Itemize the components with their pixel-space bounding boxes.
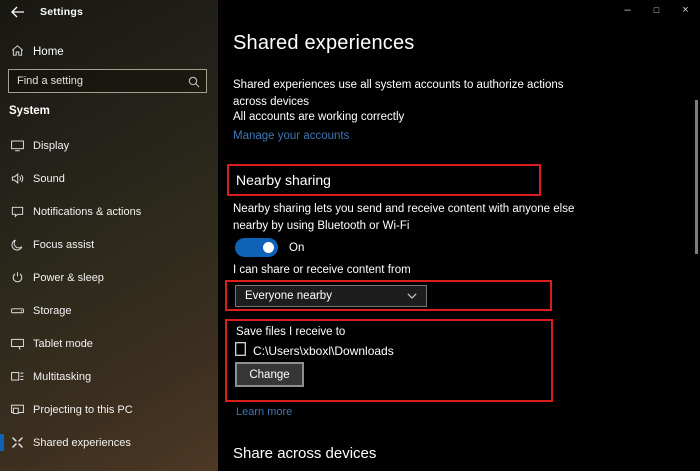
- save-files-label: Save files I receive to: [236, 326, 345, 338]
- chevron-down-icon: [407, 290, 417, 302]
- share-from-dropdown[interactable]: Everyone nearby: [235, 285, 427, 307]
- toggle-state-label: On: [289, 242, 304, 254]
- nearby-desc-line-1: Nearby sharing lets you send and receive…: [233, 201, 574, 218]
- power-icon: [10, 270, 25, 285]
- close-button[interactable]: ×: [671, 0, 700, 20]
- focus-assist-icon: [10, 237, 25, 252]
- sidebar-item-tablet-mode[interactable]: Tablet mode: [0, 327, 218, 360]
- dropdown-selected-value: Everyone nearby: [245, 290, 332, 302]
- multitasking-icon: [10, 369, 25, 384]
- accounts-status: All accounts are working correctly: [233, 111, 404, 123]
- window-title: Settings: [40, 6, 83, 18]
- selection-indicator: [0, 434, 4, 451]
- sidebar-item-storage[interactable]: Storage: [0, 294, 218, 327]
- sidebar-item-label: Projecting to this PC: [33, 404, 133, 416]
- sidebar: Settings Home System Display: [0, 0, 218, 471]
- settings-window: Settings Home System Display: [0, 0, 700, 471]
- sidebar-nav: Display Sound Notifications & actions Fo…: [0, 129, 218, 459]
- sidebar-item-home[interactable]: Home: [0, 38, 218, 66]
- tablet-mode-icon: [10, 336, 25, 351]
- sidebar-item-projecting[interactable]: Projecting to this PC: [0, 393, 218, 426]
- sound-icon: [10, 171, 25, 186]
- save-path-row: C:\Users\xboxl\Downloads: [235, 342, 394, 359]
- notifications-icon: [10, 204, 25, 219]
- nearby-sharing-toggle-row: On: [235, 238, 304, 257]
- sidebar-item-label: Focus assist: [33, 239, 94, 251]
- toggle-knob: [263, 242, 274, 253]
- page-title: Shared experiences: [233, 32, 415, 55]
- titlebar: Settings: [0, 0, 218, 24]
- display-icon: [10, 138, 25, 153]
- nearby-desc-line-2: nearby by using Bluetooth or Wi-Fi: [233, 218, 574, 235]
- nearby-sharing-toggle[interactable]: [235, 238, 278, 257]
- sidebar-item-multitasking[interactable]: Multitasking: [0, 360, 218, 393]
- sidebar-item-focus-assist[interactable]: Focus assist: [0, 228, 218, 261]
- share-across-devices-heading: Share across devices: [233, 445, 376, 462]
- minimize-button[interactable]: –: [613, 0, 642, 20]
- sidebar-item-label: Power & sleep: [33, 272, 104, 284]
- sidebar-item-sound[interactable]: Sound: [0, 162, 218, 195]
- maximize-button[interactable]: □: [642, 0, 671, 20]
- sidebar-section-header: System: [9, 105, 50, 117]
- storage-icon: [10, 303, 25, 318]
- manage-accounts-link[interactable]: Manage your accounts: [233, 130, 349, 142]
- sidebar-item-shared-experiences[interactable]: Shared experiences: [0, 426, 218, 459]
- back-arrow-icon[interactable]: [0, 6, 34, 18]
- projecting-icon: [10, 402, 25, 417]
- shared-experiences-icon: [10, 435, 25, 450]
- nearby-sharing-heading: Nearby sharing: [236, 172, 331, 188]
- window-controls: – □ ×: [613, 0, 700, 20]
- scrollbar[interactable]: [695, 100, 698, 254]
- change-button[interactable]: Change: [235, 362, 304, 387]
- learn-more-link[interactable]: Learn more: [236, 406, 292, 418]
- search-input[interactable]: [8, 69, 207, 93]
- sidebar-item-power-sleep[interactable]: Power & sleep: [0, 261, 218, 294]
- sidebar-item-display[interactable]: Display: [0, 129, 218, 162]
- sidebar-item-notifications[interactable]: Notifications & actions: [0, 195, 218, 228]
- sidebar-item-label: Storage: [33, 305, 72, 317]
- main-panel: – □ × Shared experiences Shared experien…: [218, 0, 700, 471]
- nearby-sharing-description: Nearby sharing lets you send and receive…: [233, 201, 574, 235]
- sidebar-item-label: Tablet mode: [33, 338, 93, 350]
- share-from-label: I can share or receive content from: [233, 264, 411, 276]
- search-box: [8, 69, 207, 93]
- intro-text: Shared experiences use all system accoun…: [233, 77, 564, 111]
- sidebar-item-label: Multitasking: [33, 371, 91, 383]
- intro-line-2: across devices: [233, 94, 564, 111]
- document-icon: [235, 342, 246, 359]
- sidebar-item-label: Shared experiences: [33, 437, 131, 449]
- sidebar-item-label: Sound: [33, 173, 65, 185]
- intro-line-1: Shared experiences use all system accoun…: [233, 77, 564, 94]
- home-icon: [10, 43, 25, 61]
- sidebar-item-label: Notifications & actions: [33, 206, 141, 218]
- search-icon: [188, 75, 200, 93]
- sidebar-item-label: Home: [33, 46, 64, 58]
- save-path-value: C:\Users\xboxl\Downloads: [253, 344, 394, 358]
- sidebar-item-label: Display: [33, 140, 69, 152]
